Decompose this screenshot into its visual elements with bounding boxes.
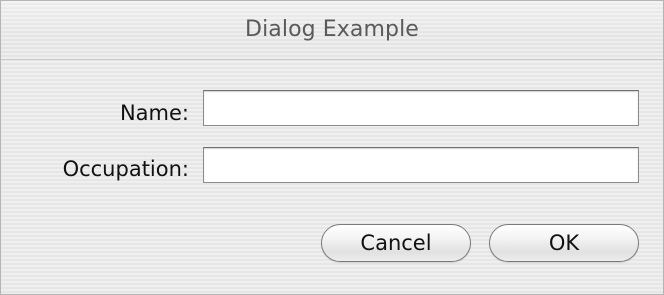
window-title: Dialog Example [245,17,419,42]
cancel-button[interactable]: Cancel [321,224,471,262]
dialog-window: Dialog Example Name: Occupation: Cancel … [0,0,664,295]
name-label: Name: [119,101,189,125]
occupation-label: Occupation: [62,157,189,181]
title-bar: Dialog Example [1,1,663,60]
ok-button[interactable]: OK [489,224,639,262]
name-input[interactable] [203,90,639,126]
occupation-input[interactable] [203,147,639,183]
